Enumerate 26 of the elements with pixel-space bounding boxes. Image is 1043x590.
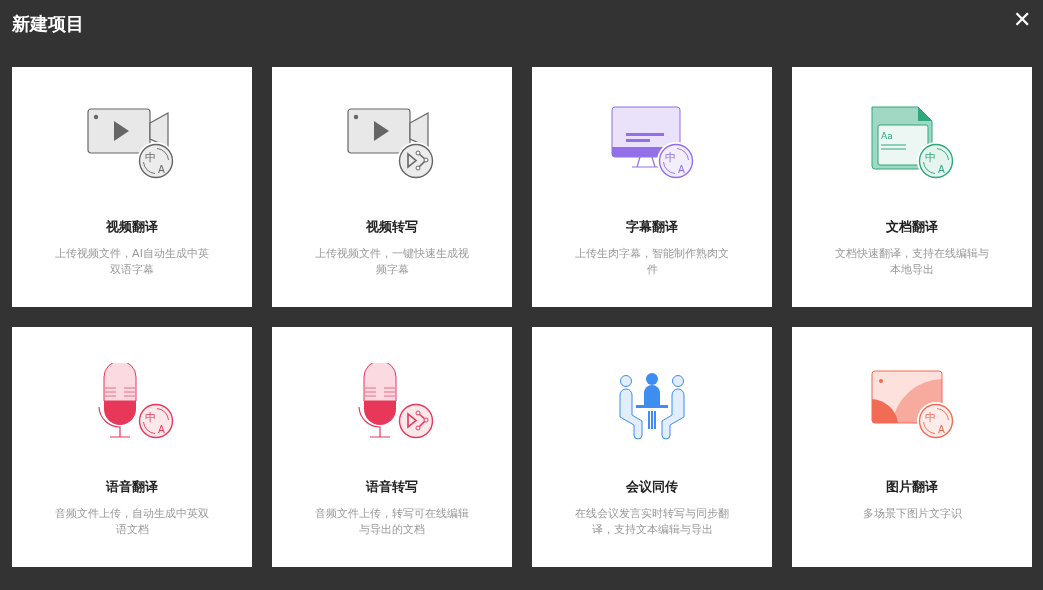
card-description: 音频文件上传，自动生成中英双语文档 — [54, 506, 210, 538]
project-type-card[interactable]: 中 A 视频翻译 上传视频文件，AI自动生成中英双语字幕 — [12, 67, 252, 307]
card-title: 图片翻译 — [886, 478, 938, 496]
card-description: 在线会议发言实时转写与同步翻译，支持文本编辑与导出 — [574, 506, 730, 538]
card-title: 语音翻译 — [106, 478, 158, 496]
card-title: 视频翻译 — [106, 218, 158, 236]
project-type-card[interactable]: 中 A 语音翻译 音频文件上传，自动生成中英双语文档 — [12, 327, 252, 567]
project-type-card[interactable]: 会议同传 在线会议发言实时转写与同步翻译，支持文本编辑与导出 — [532, 327, 772, 567]
card-title: 视频转写 — [366, 218, 418, 236]
card-description: 文档快速翻译，支持在线编辑与本地导出 — [834, 246, 990, 278]
project-type-card[interactable]: 语音转写 音频文件上传，转写可在线编辑与导出的文档 — [272, 327, 512, 567]
card-description: 音频文件上传，转写可在线编辑与导出的文档 — [314, 506, 470, 538]
project-type-card[interactable]: Aa 中 A 文档翻译 文档快速翻译，支持在线编辑与本地导出 — [792, 67, 1032, 307]
project-type-card[interactable]: 中 A 图片翻译 多场景下图片文字识 — [792, 327, 1032, 567]
card-description: 上传生肉字幕，智能制作熟肉文件 — [574, 246, 730, 278]
card-title: 字幕翻译 — [626, 218, 678, 236]
card-description: 多场景下图片文字识 — [861, 506, 963, 522]
dialog-title: 新建项目 — [12, 11, 84, 36]
card-title: 文档翻译 — [886, 218, 938, 236]
close-button[interactable]: ✕ — [1009, 8, 1035, 31]
project-type-card[interactable]: 中 A 字幕翻译 上传生肉字幕，智能制作熟肉文件 — [532, 67, 772, 307]
card-description: 上传视频文件，AI自动生成中英双语字幕 — [54, 246, 210, 278]
card-title: 语音转写 — [366, 478, 418, 496]
card-title: 会议同传 — [626, 478, 678, 496]
card-description: 上传视频文件，一键快速生成视频字幕 — [314, 246, 470, 278]
project-type-card[interactable]: 视频转写 上传视频文件，一键快速生成视频字幕 — [272, 67, 512, 307]
